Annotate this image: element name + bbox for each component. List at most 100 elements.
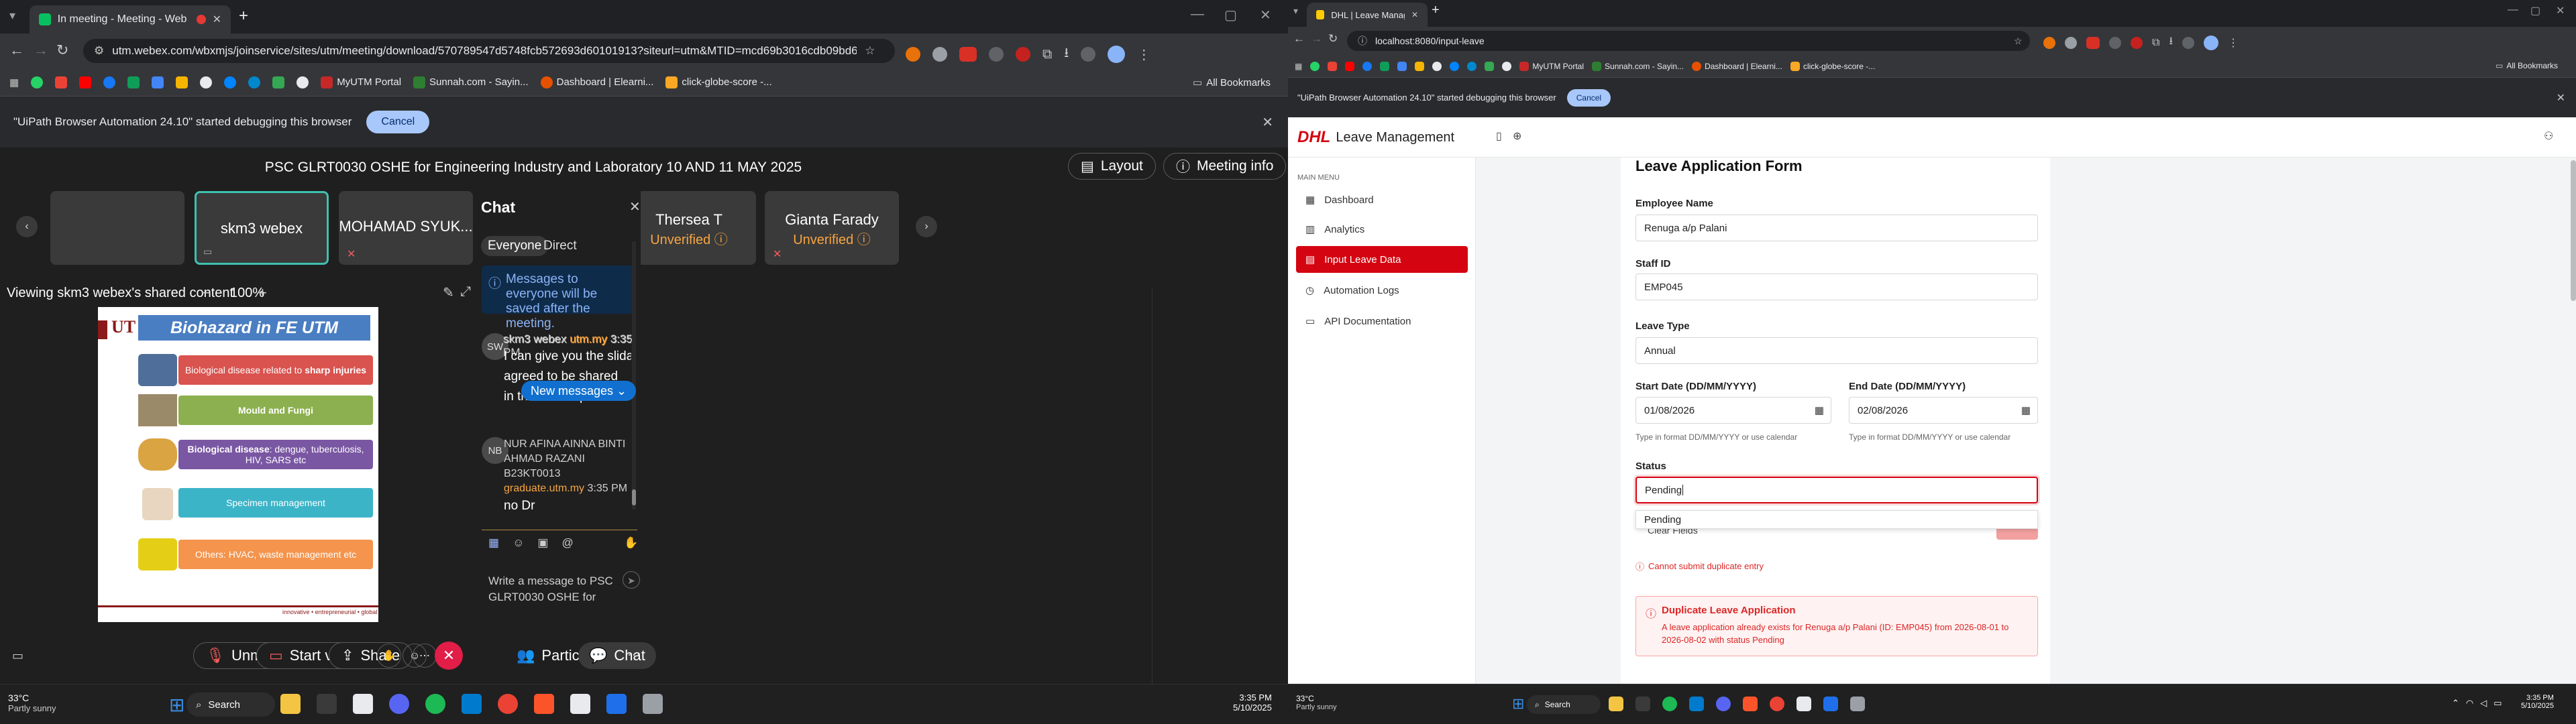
bookmark-click-globe[interactable]: click-globe-score -...: [1790, 61, 1875, 71]
terminal-icon[interactable]: [570, 694, 590, 714]
app-icon[interactable]: [1850, 697, 1865, 711]
extension-icon[interactable]: [989, 47, 1004, 62]
clock[interactable]: 3:35 PM 5/10/2025: [2521, 694, 2554, 710]
prev-participants-icon[interactable]: ‹: [16, 216, 38, 237]
reload-icon[interactable]: ↻: [56, 42, 68, 59]
github-icon[interactable]: [200, 76, 213, 88]
discord-icon[interactable]: [1716, 697, 1731, 711]
all-bookmarks[interactable]: ▭ All Bookmarks: [2496, 61, 2558, 70]
site-info-icon[interactable]: ⚙: [94, 44, 104, 58]
extension-icon[interactable]: [932, 47, 947, 62]
bookmark-dashboard[interactable]: Dashboard | Elearni...: [1692, 61, 1782, 71]
extensions-puzzle-icon[interactable]: ⧉: [2152, 37, 2159, 49]
reload-icon[interactable]: ↻: [1328, 32, 1338, 46]
extension-icon[interactable]: [2109, 36, 2121, 49]
close-window-icon[interactable]: ✕: [1260, 7, 1271, 23]
leave-type-select[interactable]: Annual: [1635, 337, 2038, 364]
status-input[interactable]: Pending: [1635, 477, 2038, 503]
extension-icon[interactable]: [2065, 36, 2077, 49]
gmail-icon[interactable]: [1328, 61, 1338, 71]
sidebar-item-analytics[interactable]: ▥ Analytics: [1296, 216, 1468, 243]
bookmark-icon[interactable]: [1485, 61, 1495, 71]
chat-scrollbar[interactable]: [632, 241, 636, 509]
speaker-icon[interactable]: ◁: [2480, 698, 2487, 709]
sidebar-item-automation-logs[interactable]: ◷ Automation Logs: [1296, 277, 1468, 304]
tab-search-icon[interactable]: ▾: [1293, 5, 1298, 17]
employee-name-input[interactable]: Renuga a/p Palani: [1635, 215, 2038, 241]
download-icon[interactable]: ⭳: [2169, 34, 2173, 52]
bookmark-icon[interactable]: [176, 76, 189, 88]
bookmark-icon[interactable]: [272, 76, 285, 88]
minimize-icon[interactable]: —: [1191, 7, 1204, 22]
cancel-debug-button[interactable]: Cancel: [366, 111, 430, 133]
bookmark-icon[interactable]: [1380, 61, 1390, 71]
bookmark-icon[interactable]: [1397, 61, 1407, 71]
brave-icon[interactable]: [534, 694, 554, 714]
bookmark-myutm[interactable]: MyUTM Portal: [1519, 61, 1584, 71]
close-infobar-icon[interactable]: ✕: [2557, 91, 2565, 105]
uipath-icon[interactable]: [1823, 697, 1838, 711]
chrome-icon[interactable]: [1770, 697, 1784, 711]
telegram-icon[interactable]: [248, 76, 261, 88]
sidepanel-icon[interactable]: [2182, 36, 2195, 49]
tab-close-icon[interactable]: ✕: [1411, 10, 1418, 19]
weather-widget[interactable]: 33°C Partly sunny: [1296, 694, 1337, 711]
clock[interactable]: 3:35 PM 5/10/2025: [1233, 692, 1272, 713]
adblock-icon[interactable]: [2086, 36, 2100, 49]
extension-icon[interactable]: [906, 47, 920, 62]
leave-meeting-button[interactable]: ✕: [435, 642, 463, 670]
chat-button[interactable]: 💬 Chat: [578, 642, 656, 669]
calendar-icon[interactable]: ▦: [1815, 404, 1824, 416]
bookmark-dashboard[interactable]: Dashboard | Elearni...: [540, 76, 653, 88]
weather-widget[interactable]: 33°C Partly sunny: [8, 692, 56, 713]
adblock-icon[interactable]: [959, 47, 977, 62]
menu-kebab-icon[interactable]: ⋮: [1137, 46, 1150, 63]
brave-icon[interactable]: [1743, 697, 1758, 711]
staff-id-input[interactable]: EMP045: [1635, 274, 2038, 300]
chevron-up-icon[interactable]: ⌃: [2452, 698, 2459, 709]
attachment-icon[interactable]: ✋: [624, 536, 638, 550]
sidebar-item-input-leave[interactable]: ▤ Input Leave Data: [1296, 246, 1468, 273]
layout-button[interactable]: ▤ Layout: [1068, 153, 1156, 180]
apps-grid-icon[interactable]: ▦: [9, 76, 19, 88]
github-icon[interactable]: [1502, 61, 1512, 71]
youtube-icon[interactable]: [1345, 61, 1355, 71]
github-icon[interactable]: [297, 76, 309, 88]
participant-tile[interactable]: Gianta Farady Unverified ⓘ ✕: [765, 191, 899, 265]
sidebar-item-dashboard[interactable]: ▦ Dashboard: [1296, 186, 1468, 213]
tab-close-icon[interactable]: ✕: [213, 13, 221, 26]
bookmark-sunnah[interactable]: Sunnah.com - Sayin...: [1592, 61, 1684, 71]
participant-tile[interactable]: MOHAMAD SYUK... ✕: [339, 191, 473, 265]
notion-icon[interactable]: [1635, 697, 1650, 711]
participant-tile[interactable]: [50, 191, 184, 265]
zoom-in-button[interactable]: +: [258, 284, 267, 302]
windows-start-icon[interactable]: ⊞: [1512, 695, 1524, 713]
app-icon[interactable]: [643, 694, 663, 714]
next-participants-icon[interactable]: ›: [916, 216, 937, 237]
extension-icon[interactable]: [2131, 36, 2143, 49]
bookmark-sunnah[interactable]: Sunnah.com - Sayin...: [413, 76, 529, 88]
browser-tab-dhl[interactable]: DHL | Leave Management Syst ✕: [1307, 3, 1428, 27]
status-dropdown-option[interactable]: Pending: [1635, 510, 2038, 529]
mention-icon[interactable]: @: [561, 536, 573, 550]
bookmark-click-globe[interactable]: click-globe-score -...: [665, 76, 772, 88]
app-icon[interactable]: [353, 694, 373, 714]
gmail-icon[interactable]: [55, 76, 68, 88]
bookmark-star-icon[interactable]: ☆: [865, 44, 875, 58]
file-explorer-icon[interactable]: [1609, 697, 1623, 711]
globe-icon[interactable]: ⊕: [1513, 129, 1521, 143]
extension-icon[interactable]: [2043, 36, 2055, 49]
tab-direct[interactable]: Direct: [543, 236, 577, 256]
vscode-icon[interactable]: [462, 694, 482, 714]
spotify-icon[interactable]: [1662, 697, 1677, 711]
page-scrollbar[interactable]: [2571, 160, 2576, 301]
more-icon[interactable]: ⋯: [627, 646, 641, 663]
new-tab-button[interactable]: +: [239, 7, 248, 25]
more-options-icon[interactable]: ⋯: [413, 644, 437, 668]
discord-icon[interactable]: [389, 694, 409, 714]
bookmark-myutm[interactable]: MyUTM Portal: [321, 76, 401, 88]
end-date-input[interactable]: 02/08/2026 ▦: [1849, 397, 2038, 424]
minimize-icon[interactable]: —: [2508, 4, 2518, 16]
user-icon[interactable]: ⚇: [2544, 129, 2553, 143]
forward-icon[interactable]: →: [1311, 32, 1322, 46]
